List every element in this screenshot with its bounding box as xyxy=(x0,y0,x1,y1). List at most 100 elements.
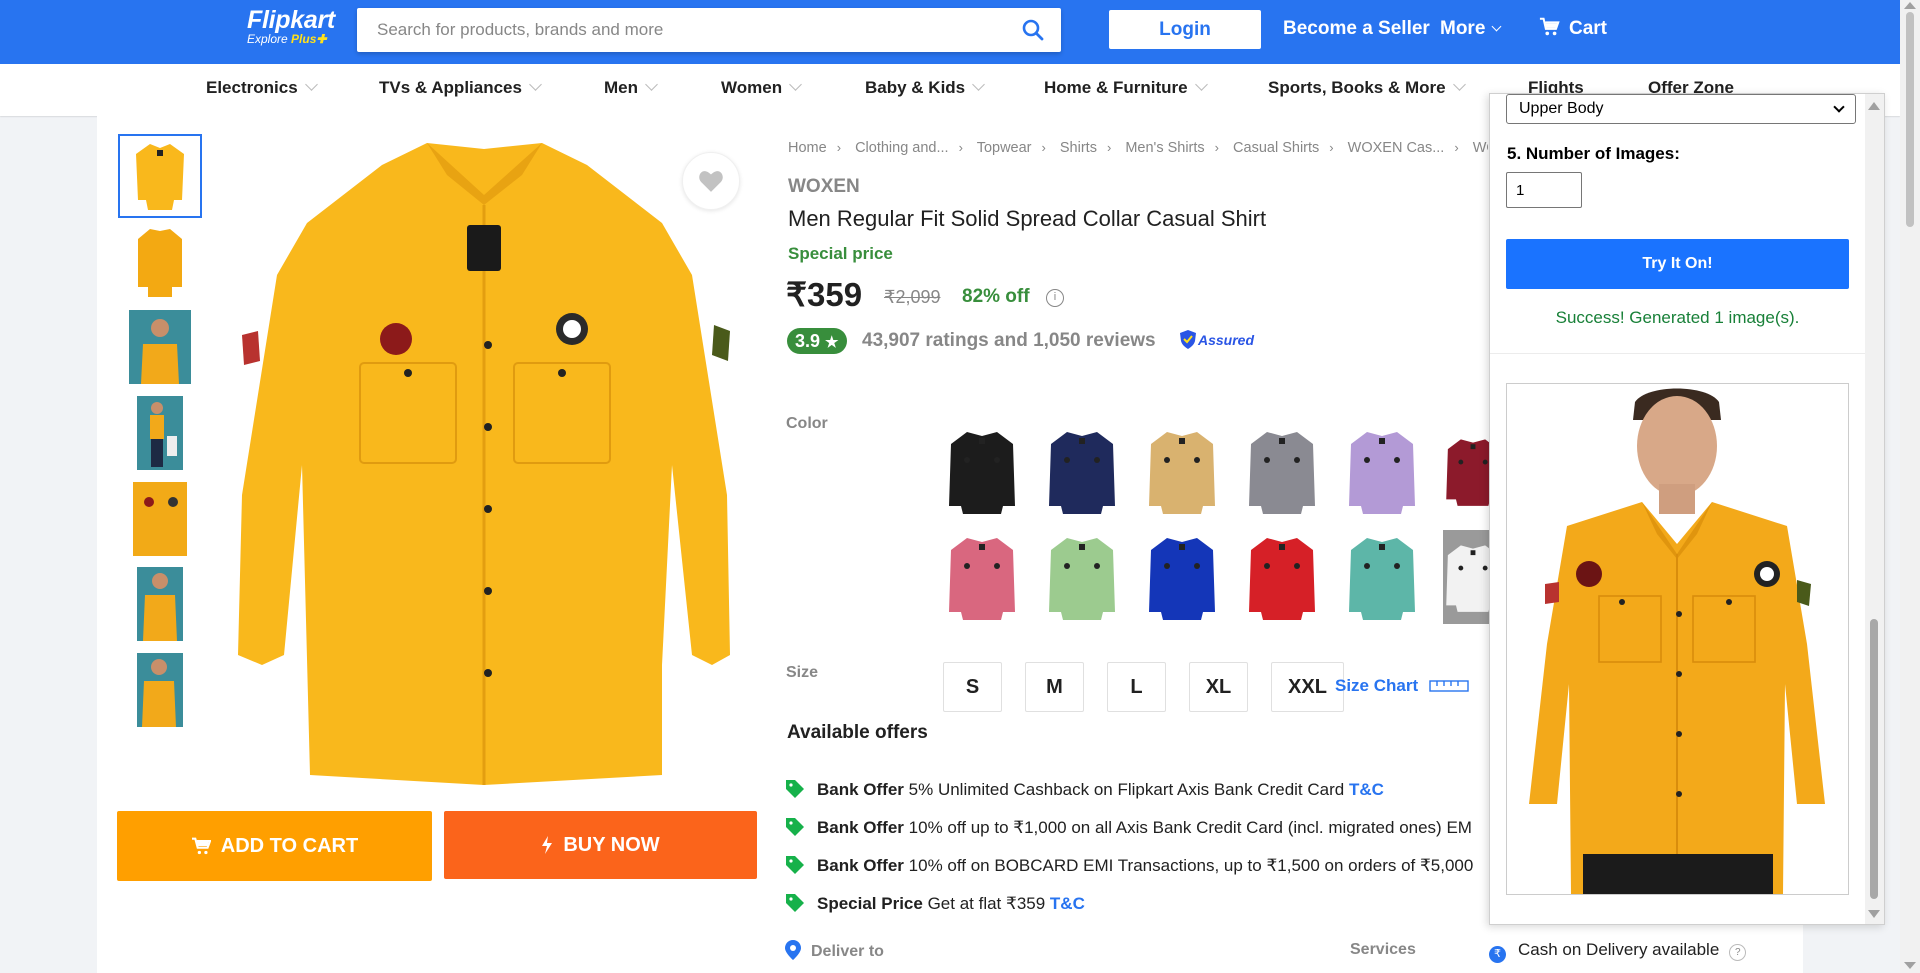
category-sports-books[interactable]: Sports, Books & More xyxy=(1268,78,1466,98)
heart-icon xyxy=(699,171,723,192)
offer-terms-link[interactable]: T&C xyxy=(1050,894,1085,913)
chevron-right-icon: › xyxy=(958,140,963,155)
scroll-up-icon[interactable] xyxy=(1904,2,1916,9)
services-label: Services xyxy=(1350,941,1416,958)
logo-sub-prefix: Explore xyxy=(247,32,288,46)
become-seller-link[interactable]: Become a Seller xyxy=(1283,0,1430,60)
category-tvs-appliances[interactable]: TVs & Appliances xyxy=(379,78,542,98)
scroll-down-icon[interactable] xyxy=(1868,910,1880,918)
add-to-cart-button[interactable]: ADD TO CART xyxy=(117,811,432,881)
shirt-swatch-image xyxy=(1249,538,1315,620)
scroll-up-icon[interactable] xyxy=(1868,102,1880,110)
thumbnail-5[interactable] xyxy=(118,477,202,561)
shirt-detail-thumbnail-image xyxy=(133,482,187,556)
thumbnail-6[interactable] xyxy=(118,562,202,646)
product-title: Men Regular Fit Solid Spread Collar Casu… xyxy=(788,206,1267,231)
shirt-swatch-image xyxy=(949,432,1015,514)
category-label: Baby & Kids xyxy=(865,78,966,97)
size-option-s[interactable]: S xyxy=(943,662,1002,712)
offer-terms-link[interactable]: T&C xyxy=(1349,780,1384,799)
color-swatch[interactable] xyxy=(1143,530,1221,624)
size-option-l[interactable]: L xyxy=(1107,662,1166,712)
chevron-down-icon xyxy=(304,78,318,91)
cart-icon xyxy=(191,837,211,855)
info-icon[interactable]: i xyxy=(1046,289,1064,307)
offer-text: 10% off on BOBCARD EMI Transactions, up … xyxy=(908,856,1474,875)
offer-type: Bank Offer xyxy=(817,780,904,799)
color-swatch[interactable] xyxy=(1143,424,1221,518)
main-product-image[interactable] xyxy=(222,135,746,793)
ratings-reviews-link[interactable]: 43,907 ratings and 1,050 reviews xyxy=(862,330,1156,352)
category-men[interactable]: Men xyxy=(604,78,658,98)
panel-scrollbar[interactable] xyxy=(1865,94,1884,924)
breadcrumb-home[interactable]: Home xyxy=(788,140,827,156)
cart-icon xyxy=(1539,17,1560,36)
shirt-swatch-image xyxy=(1049,538,1115,620)
add-to-cart-label: ADD TO CART xyxy=(220,834,359,857)
size-option-m[interactable]: M xyxy=(1025,662,1084,712)
search-input[interactable] xyxy=(357,8,977,52)
rating-badge: 3.9 ★ xyxy=(787,328,847,354)
offer-type: Special Price xyxy=(817,894,923,913)
category-electronics[interactable]: Electronics xyxy=(206,78,318,98)
help-icon[interactable]: ? xyxy=(1729,944,1747,961)
chevron-right-icon: › xyxy=(1329,140,1334,155)
breadcrumb-shirts[interactable]: Shirts xyxy=(1060,140,1097,156)
offer-text: 5% Unlimited Cashback on Flipkart Axis B… xyxy=(908,780,1345,799)
size-option-xl[interactable]: XL xyxy=(1189,662,1248,712)
try-it-on-button[interactable]: Try It On! xyxy=(1506,239,1849,289)
breadcrumb-mens-shirts[interactable]: Men's Shirts xyxy=(1125,140,1204,156)
buy-now-button[interactable]: BUY NOW xyxy=(444,811,757,879)
discount-label: 82% off xyxy=(962,286,1030,307)
body-part-value: Upper Body xyxy=(1519,100,1604,117)
category-women[interactable]: Women xyxy=(721,78,802,98)
cart-link[interactable]: Cart xyxy=(1539,0,1607,60)
breadcrumb-clothing[interactable]: Clothing and... xyxy=(855,140,949,156)
shirt-swatch-image xyxy=(1349,432,1415,514)
plus-icon: ✚ xyxy=(316,32,327,46)
color-swatch[interactable] xyxy=(1243,530,1321,624)
page-scroll-thumb[interactable] xyxy=(1906,12,1914,227)
thumbnail-3[interactable] xyxy=(118,305,202,389)
offer-type: Bank Offer xyxy=(817,818,904,837)
num-images-input[interactable] xyxy=(1506,172,1582,208)
color-swatch[interactable] xyxy=(1343,530,1421,624)
breadcrumb-woxen-casual[interactable]: WOXEN Cas... xyxy=(1348,140,1445,156)
color-swatch[interactable] xyxy=(1043,424,1121,518)
size-option-xxl[interactable]: XXL xyxy=(1271,662,1344,712)
logo-sub-plus: Plus xyxy=(291,32,317,46)
tag-icon xyxy=(786,856,804,874)
panel-scroll-thumb[interactable] xyxy=(1870,619,1878,899)
size-chart-link[interactable]: Size Chart xyxy=(1335,676,1469,696)
color-swatch[interactable] xyxy=(943,424,1021,518)
flipkart-logo[interactable]: Flipkart Explore Plus✚ xyxy=(247,6,335,46)
generated-image[interactable] xyxy=(1506,383,1849,895)
breadcrumb-casual-shirts[interactable]: Casual Shirts xyxy=(1233,140,1319,156)
thumbnail-4[interactable] xyxy=(118,391,202,475)
breadcrumb-topwear[interactable]: Topwear xyxy=(977,140,1032,156)
category-home-furniture[interactable]: Home & Furniture xyxy=(1044,78,1208,98)
generated-tryon-image xyxy=(1507,384,1848,894)
original-price: ₹2,099 xyxy=(884,287,941,307)
thumbnail-7[interactable] xyxy=(118,648,202,732)
category-baby-kids[interactable]: Baby & Kids xyxy=(865,78,986,98)
color-swatch[interactable] xyxy=(1043,530,1121,624)
chevron-down-icon xyxy=(529,78,542,91)
color-swatch[interactable] xyxy=(943,530,1021,624)
color-swatch[interactable] xyxy=(1343,424,1421,518)
browser-viewport: Flipkart Explore Plus✚ Login Become a Se… xyxy=(0,0,1920,973)
scroll-down-icon[interactable] xyxy=(1904,962,1916,969)
page-scrollbar[interactable] xyxy=(1900,0,1920,973)
offer-type: Bank Offer xyxy=(817,856,904,875)
offer-item-3: Bank Offer 10% off on BOBCARD EMI Transa… xyxy=(785,855,1485,876)
thumbnail-2[interactable] xyxy=(118,220,202,304)
color-swatch[interactable] xyxy=(1243,424,1321,518)
login-button[interactable]: Login xyxy=(1109,10,1261,49)
thumbnail-1[interactable] xyxy=(118,134,202,218)
offer-text: 10% off up to ₹1,000 on all Axis Bank Cr… xyxy=(908,818,1472,837)
shirt-swatch-image xyxy=(1349,538,1415,620)
more-menu[interactable]: More xyxy=(1440,0,1502,60)
wishlist-button[interactable] xyxy=(682,152,740,210)
search-icon[interactable] xyxy=(1021,18,1045,42)
body-part-select[interactable]: Upper Body xyxy=(1506,94,1856,124)
